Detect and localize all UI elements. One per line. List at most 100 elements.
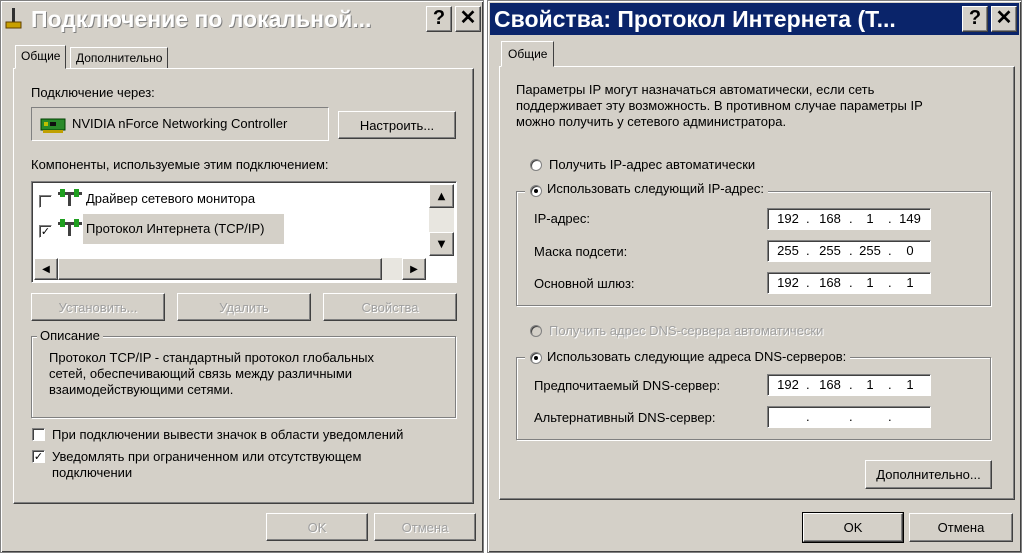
octet-dot: . xyxy=(888,409,892,424)
manual-ip-option[interactable]: Использовать следующий IP-адрес: xyxy=(525,181,768,196)
scroll-right-button[interactable]: ▶ xyxy=(402,258,426,280)
octet-dot: . xyxy=(888,243,892,258)
subnet-mask-label: Маска подсети: xyxy=(534,244,628,259)
lan-icon xyxy=(3,6,25,32)
remove-button[interactable]: Удалить xyxy=(177,293,311,321)
octet: 255 xyxy=(859,243,881,258)
intro-line: поддерживает эту возможность. В противно… xyxy=(516,98,923,113)
network-card-icon xyxy=(40,116,68,137)
octet: 255 xyxy=(819,243,841,258)
install-button[interactable]: Установить... xyxy=(31,293,165,321)
notify-label-line[interactable]: подключении xyxy=(52,465,132,480)
adapter-name: NVIDIA nForce Networking Controller xyxy=(72,116,288,131)
description-line: взаимодействующими сетями. xyxy=(49,382,234,397)
horizontal-scrollbar-track[interactable] xyxy=(382,258,402,280)
ip-address-field[interactable]: 192. 168. 1. 149 xyxy=(767,208,931,230)
intro-line: можно получить у сетевого администратора… xyxy=(516,114,787,129)
preferred-dns-field[interactable]: 192. 168. 1. 1 xyxy=(767,374,931,396)
manual-ip-label[interactable]: Использовать следующий IP-адрес: xyxy=(547,181,764,196)
component-checkbox-checked[interactable]: ✓ xyxy=(39,225,52,238)
octet-dot: . xyxy=(888,275,892,290)
component-checkbox[interactable] xyxy=(39,195,52,208)
octet: 255 xyxy=(777,243,799,258)
list-item[interactable]: Драйвер сетевого монитора xyxy=(32,186,428,212)
description-line: сетей, обеспечивающий связь между различ… xyxy=(49,366,353,381)
octet-dot: . xyxy=(849,377,853,392)
octet-dot: . xyxy=(849,243,853,258)
intro-line: Параметры IP могут назначаться автоматич… xyxy=(516,82,875,97)
tray-icon-label[interactable]: При подключении вывести значок в области… xyxy=(52,427,403,442)
octet: 1 xyxy=(906,377,914,392)
gateway-field[interactable]: 192. 168. 1. 1 xyxy=(767,272,931,294)
octet-dot: . xyxy=(806,275,810,290)
ip-address-label: IP-адрес: xyxy=(534,211,590,226)
right-cancel-button[interactable]: Отмена xyxy=(909,513,1013,542)
scroll-down-button[interactable]: ▼ xyxy=(429,232,454,256)
tab-general[interactable]: Общие xyxy=(15,45,67,69)
octet: 192 xyxy=(777,275,799,290)
left-window-title: Подключение по локальной... xyxy=(31,5,372,32)
right-help-button[interactable]: ? xyxy=(962,6,988,32)
octet: 1 xyxy=(866,275,874,290)
octet: 168 xyxy=(819,377,841,392)
octet-dot: . xyxy=(806,409,810,424)
left-cancel-button[interactable]: Отмена xyxy=(374,513,476,541)
component-label: Драйвер сетевого монитора xyxy=(86,191,256,206)
tray-icon-checkbox[interactable] xyxy=(32,428,45,441)
notify-label-line[interactable]: Уведомлять при ограниченном или отсутств… xyxy=(52,449,361,464)
scroll-left-button[interactable]: ◀ xyxy=(34,258,58,280)
configure-button[interactable]: Настроить... xyxy=(338,111,456,139)
octet: 0 xyxy=(906,243,914,258)
manual-dns-label[interactable]: Использовать следующие адреса DNS-сервер… xyxy=(547,349,846,364)
connect-via-label: Подключение через: xyxy=(31,85,155,100)
octet: 192 xyxy=(777,377,799,392)
advanced-button[interactable]: Дополнительно... xyxy=(865,460,992,489)
octet-dot: . xyxy=(888,211,892,226)
octet-dot: . xyxy=(849,275,853,290)
left-ok-button[interactable]: OK xyxy=(266,513,368,541)
octet: 149 xyxy=(899,211,921,226)
octet-dot: . xyxy=(806,211,810,226)
vertical-scrollbar-track[interactable] xyxy=(429,208,454,232)
tab-general[interactable]: Общие xyxy=(501,41,555,67)
octet: 168 xyxy=(819,275,841,290)
auto-dns-label[interactable]: Получить адрес DNS-сервера автоматически xyxy=(549,323,823,338)
connection-properties-window: Подключение по локальной... ? ✕ Общие До… xyxy=(0,0,484,553)
left-close-button[interactable]: ✕ xyxy=(455,6,481,32)
right-close-button[interactable]: ✕ xyxy=(991,6,1017,32)
properties-button[interactable]: Свойства xyxy=(323,293,457,321)
list-item-selected[interactable]: ✓ Протокол Интернета (TCP/IP) xyxy=(32,214,428,244)
subnet-mask-field[interactable]: 255. 255. 255. 0 xyxy=(767,240,931,262)
preferred-dns-label: Предпочитаемый DNS-сервер: xyxy=(534,378,721,393)
octet: 1 xyxy=(866,377,874,392)
tcpip-properties-window: Свойства: Протокол Интернета (Т... ? ✕ О… xyxy=(487,0,1022,553)
octet: 192 xyxy=(777,211,799,226)
auto-dns-radio[interactable] xyxy=(530,325,542,337)
components-label: Компоненты, используемые этим подключени… xyxy=(31,157,329,172)
right-window-title: Свойства: Протокол Интернета (Т... xyxy=(494,5,896,32)
tab-advanced[interactable]: Дополнительно xyxy=(70,47,169,69)
gateway-label: Основной шлюз: xyxy=(534,276,635,291)
adapter-box: NVIDIA nForce Networking Controller xyxy=(31,107,329,141)
manual-ip-radio[interactable] xyxy=(530,185,542,197)
horizontal-scroll-thumb[interactable] xyxy=(58,258,382,280)
octet: 1 xyxy=(866,211,874,226)
manual-dns-option[interactable]: Использовать следующие адреса DNS-сервер… xyxy=(525,349,851,364)
right-ok-button[interactable]: OK xyxy=(802,512,904,543)
auto-ip-radio[interactable] xyxy=(530,159,542,171)
notify-checkbox[interactable]: ✓ xyxy=(32,450,45,463)
octet-dot: . xyxy=(806,243,810,258)
right-title-bar[interactable]: Свойства: Протокол Интернета (Т... ? ✕ xyxy=(490,3,1019,35)
scroll-up-button[interactable]: ▲ xyxy=(429,184,454,208)
auto-ip-label[interactable]: Получить IP-адрес автоматически xyxy=(549,157,755,172)
component-label: Протокол Интернета (TCP/IP) xyxy=(86,221,265,236)
manual-dns-radio[interactable] xyxy=(530,352,542,364)
left-title-bar[interactable]: Подключение по локальной... ? ✕ xyxy=(3,3,481,35)
alternate-dns-label: Альтернативный DNS-сервер: xyxy=(534,410,716,425)
left-help-button[interactable]: ? xyxy=(426,6,452,32)
octet-dot: . xyxy=(888,377,892,392)
octet-dot: . xyxy=(849,211,853,226)
left-tab-panel: Подключение через: NVIDIA nForce Network… xyxy=(13,68,474,504)
alternate-dns-field[interactable]: . . . xyxy=(767,406,931,428)
components-list[interactable]: Драйвер сетевого монитора ✓ Протокол Инт… xyxy=(31,181,457,283)
